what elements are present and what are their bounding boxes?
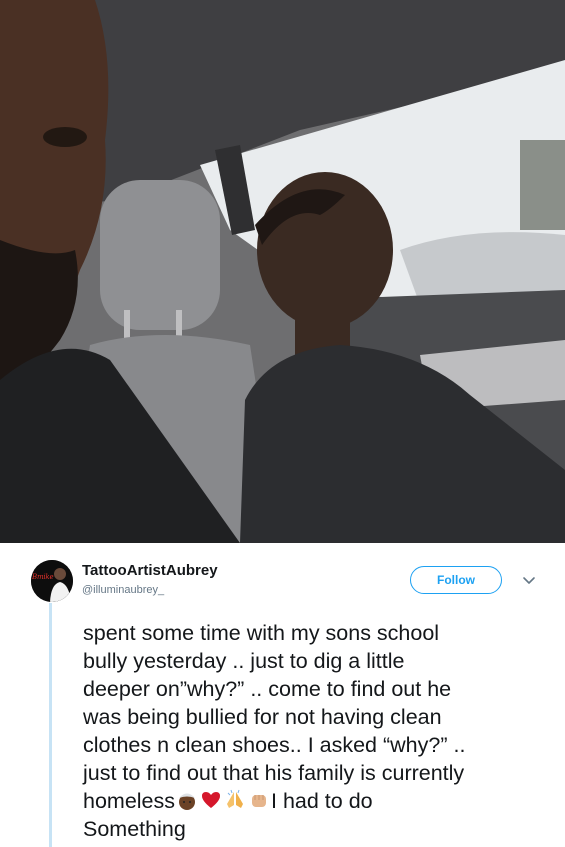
red-heart-icon <box>200 789 222 811</box>
avatar-logo-text: Bmike <box>32 573 54 581</box>
display-name[interactable]: TattooArtistAubrey <box>82 562 218 579</box>
avatar-image <box>31 560 73 602</box>
emoji-group <box>176 789 270 811</box>
folded-hands-icon <box>224 789 246 811</box>
person-with-turban-icon <box>176 789 198 811</box>
raised-fist-icon <box>248 789 270 811</box>
tweet-media-image[interactable] <box>0 0 565 543</box>
tweet-text-part-1: spent some time with my sons school bull… <box>83 621 466 813</box>
chevron-down-icon[interactable] <box>521 572 537 588</box>
tweet-card: Bmike TattooArtistAubrey @illuminaubrey_… <box>0 543 565 847</box>
car-selfie-scene <box>0 0 565 543</box>
tweet-text: spent some time with my sons school bull… <box>83 619 553 843</box>
thread-line <box>49 603 52 847</box>
user-handle[interactable]: @illuminaubrey_ <box>82 584 164 596</box>
follow-button[interactable]: Follow <box>410 566 502 594</box>
avatar[interactable]: Bmike <box>31 560 73 602</box>
